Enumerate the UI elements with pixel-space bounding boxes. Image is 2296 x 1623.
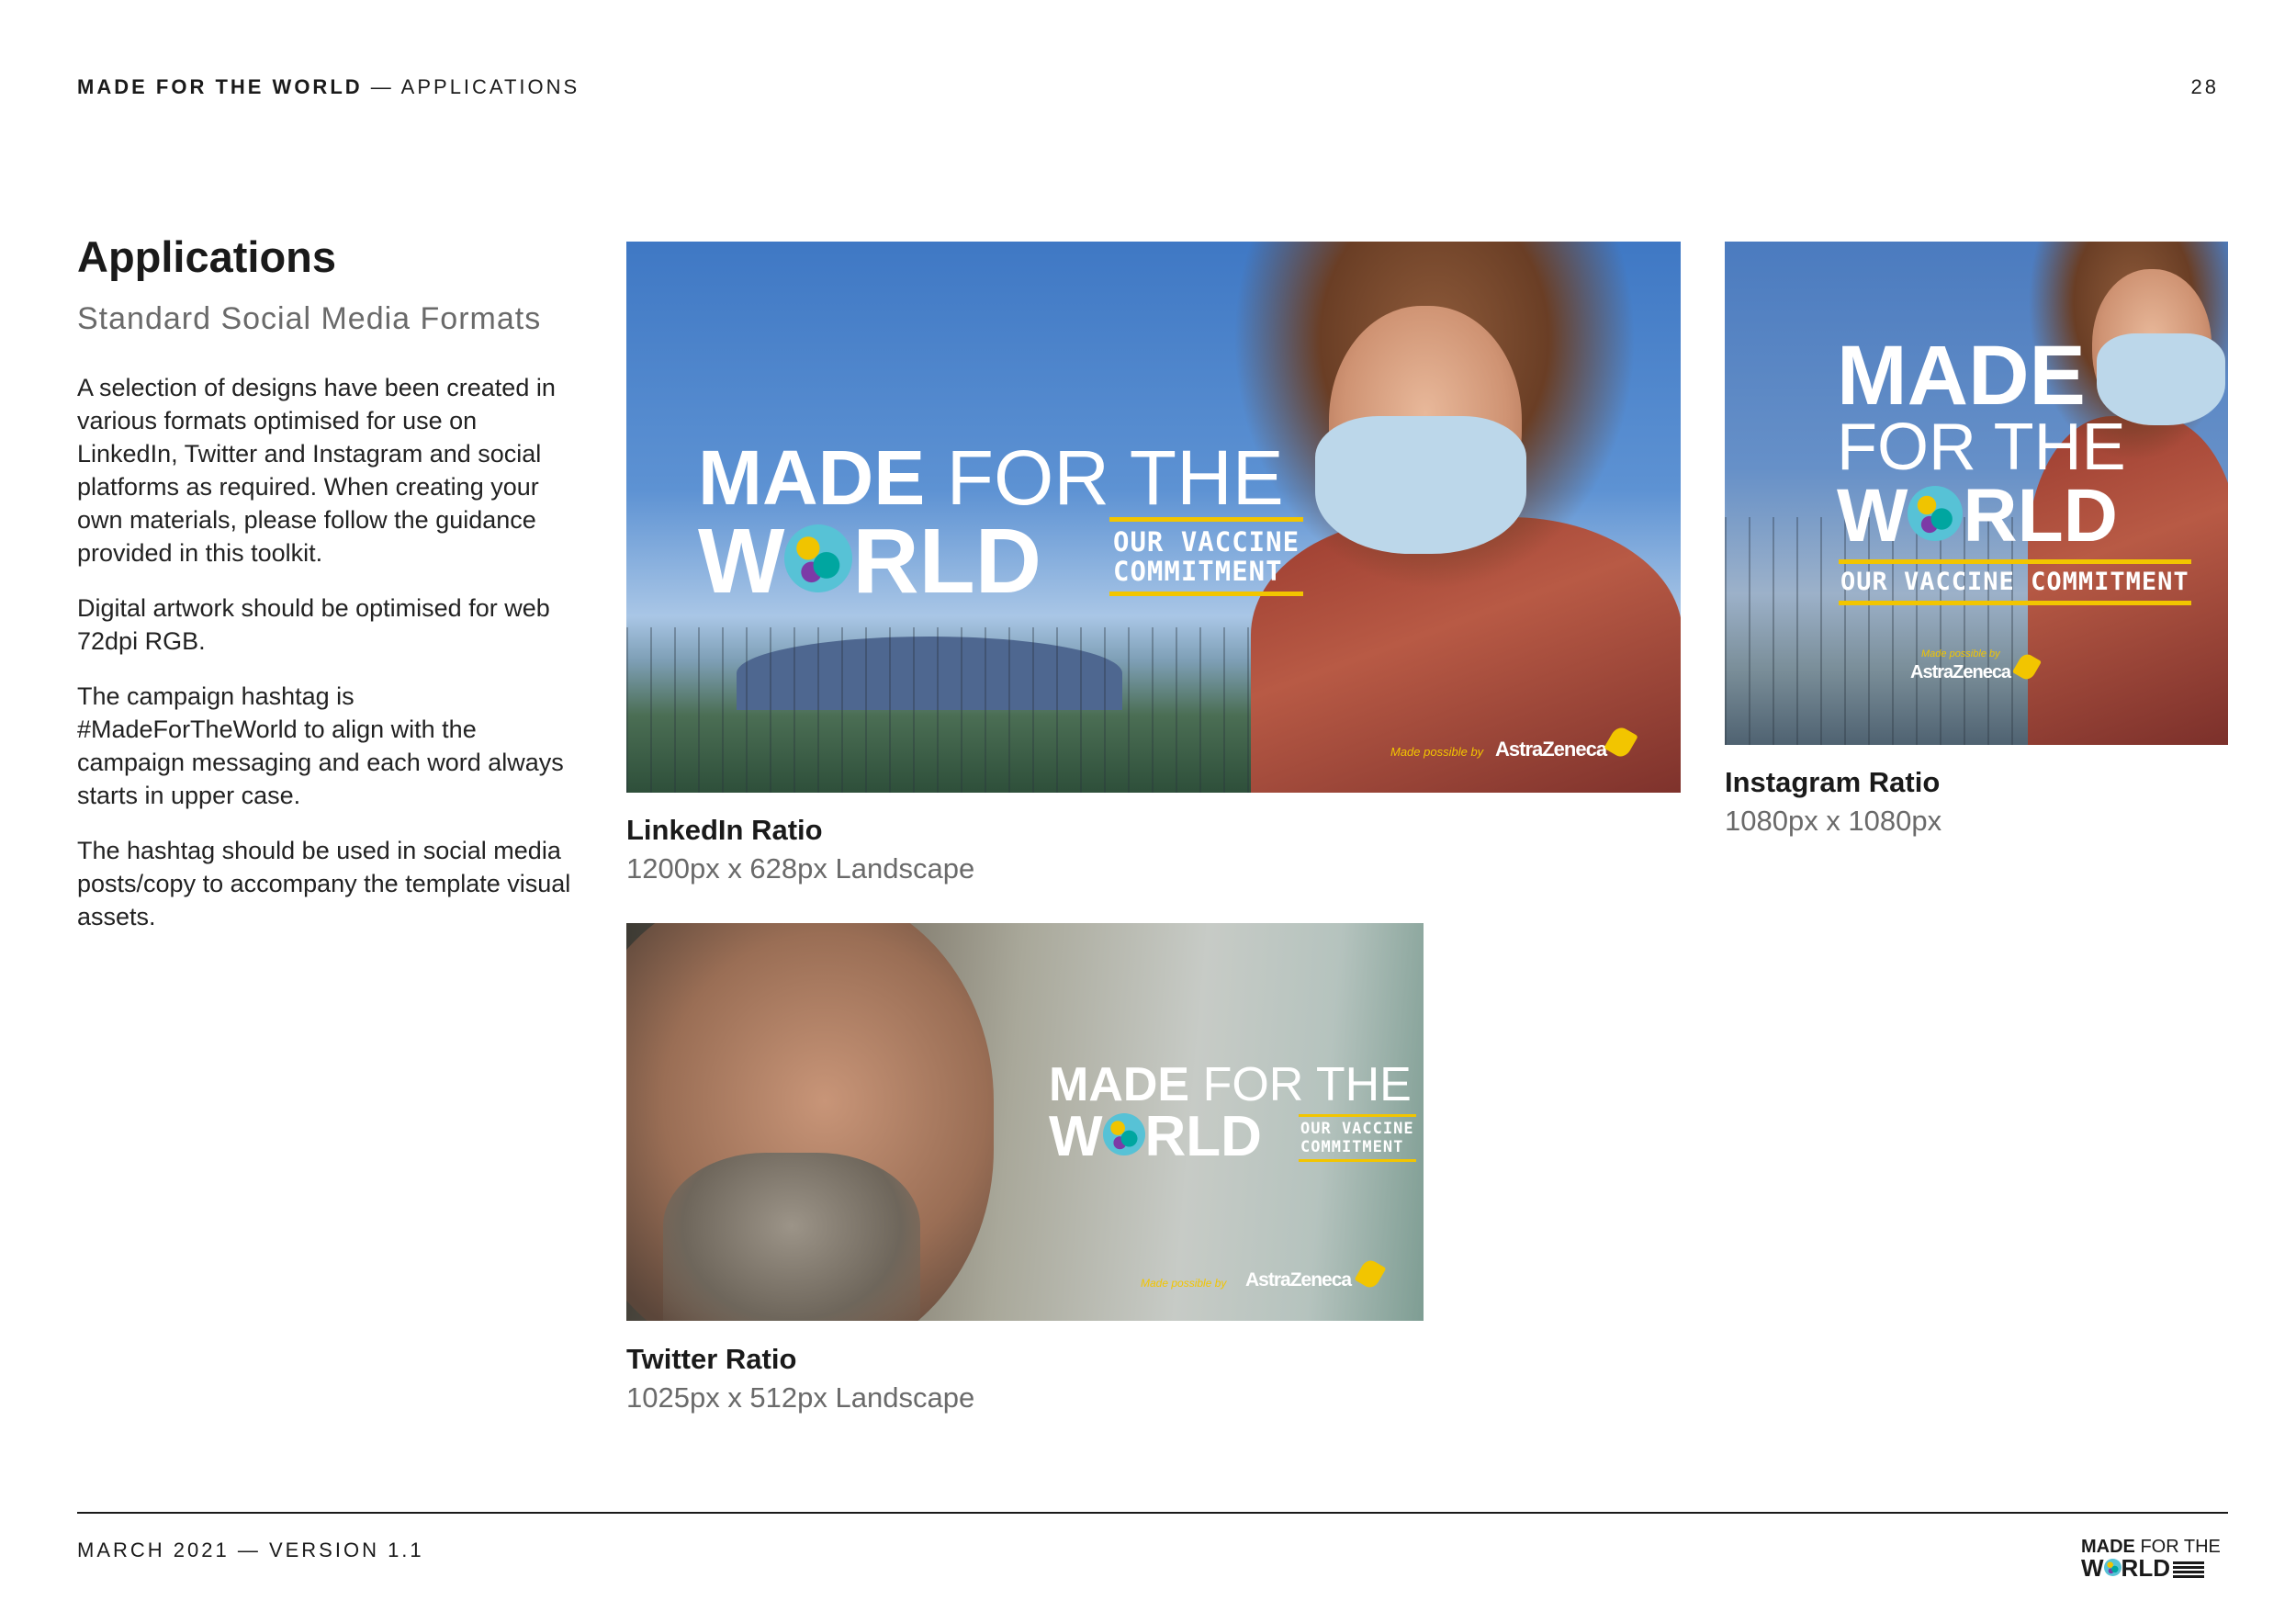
paragraph-artwork: Digital artwork should be optimised for … [77,594,550,655]
instagram-caption-size: 1080px x 1080px [1725,805,1942,837]
globe-icon [2103,1559,2122,1576]
page-subtitle: Standard Social Media Formats [77,301,542,336]
body-text: A selection of designs have been created… [77,371,573,955]
twitter-caption-size: 1025px x 512px Landscape [626,1381,975,1414]
footer-version: MARCH 2021 — VERSION 1.1 [77,1538,424,1561]
logo-line-1: MADE FOR THE [698,434,1284,521]
face-mask-shape [1315,416,1526,554]
made-possible-by: Made possible by [1390,745,1484,759]
logo-tagline: OUR VACCINE COMMITMENT [1299,1114,1416,1162]
logo-line-made: MADE [1837,329,2086,423]
footer-logo-line-1: MADE FOR THE [2081,1537,2221,1557]
footer-logo-tagline-mark [2172,1561,2204,1579]
globe-icon [1908,486,1964,541]
header-title-bold: MADE FOR THE WORLD [77,75,363,98]
page-number: 28 [2190,75,2219,98]
globe-icon [784,524,853,592]
header-title-rest: — APPLICATIONS [362,75,580,98]
instagram-caption-title: Instagram Ratio [1725,766,1941,798]
linkedin-template-image: MADE FOR THE W RLD OUR VACCINE COMMITMENT … [626,242,1681,793]
made-possible-by: Made possible by [1141,1277,1227,1290]
linkedin-caption-title: LinkedIn Ratio [626,814,823,846]
paragraph-hashtag-usage: The hashtag should be used in social med… [77,837,571,930]
globe-icon [1102,1113,1145,1155]
logo-line-1: MADE FOR THE [1049,1058,1412,1111]
logo-line-world: W RLD [1837,474,2118,558]
footer-divider [77,1512,2228,1514]
astrazeneca-wordmark: AstraZeneca [1495,738,1607,761]
instagram-template-image: MADE FOR THE W RLD OUR VACCINE COMMITMENT… [1725,242,2228,745]
twitter-caption-title: Twitter Ratio [626,1343,797,1375]
footer-logo: MADE FOR THE W RLD [2081,1537,2221,1580]
astrazeneca-wordmark: AstraZeneca [1245,1269,1352,1291]
linkedin-caption-size: 1200px x 628px Landscape [626,852,975,885]
footer-logo-line-2: W RLD [2081,1556,2219,1580]
twitter-template-image: MADE FOR THE W RLD OUR VACCINE COMMITMENT … [626,923,1424,1321]
running-header: MADE FOR THE WORLD — APPLICATIONS [77,75,580,99]
made-possible-by: Made possible by [1921,648,2000,659]
astrazeneca-wordmark: AstraZeneca [1910,662,2011,682]
logo-line-for-the: FOR THE [1837,411,2126,484]
paragraph-hashtag: The campaign hashtag is #MadeForTheWorld… [77,682,564,809]
page-title: Applications [77,232,337,281]
paragraph-intro: A selection of designs have been created… [77,374,556,567]
logo-line-2: W RLD [698,510,1041,613]
logo-line-2: W RLD [1049,1105,1262,1168]
astrazeneca-icon [1354,1257,1387,1291]
logo-tagline: OUR VACCINE COMMITMENT [1839,559,2191,605]
beard-shape [663,1153,920,1321]
logo-tagline: OUR VACCINE COMMITMENT [1109,517,1304,596]
